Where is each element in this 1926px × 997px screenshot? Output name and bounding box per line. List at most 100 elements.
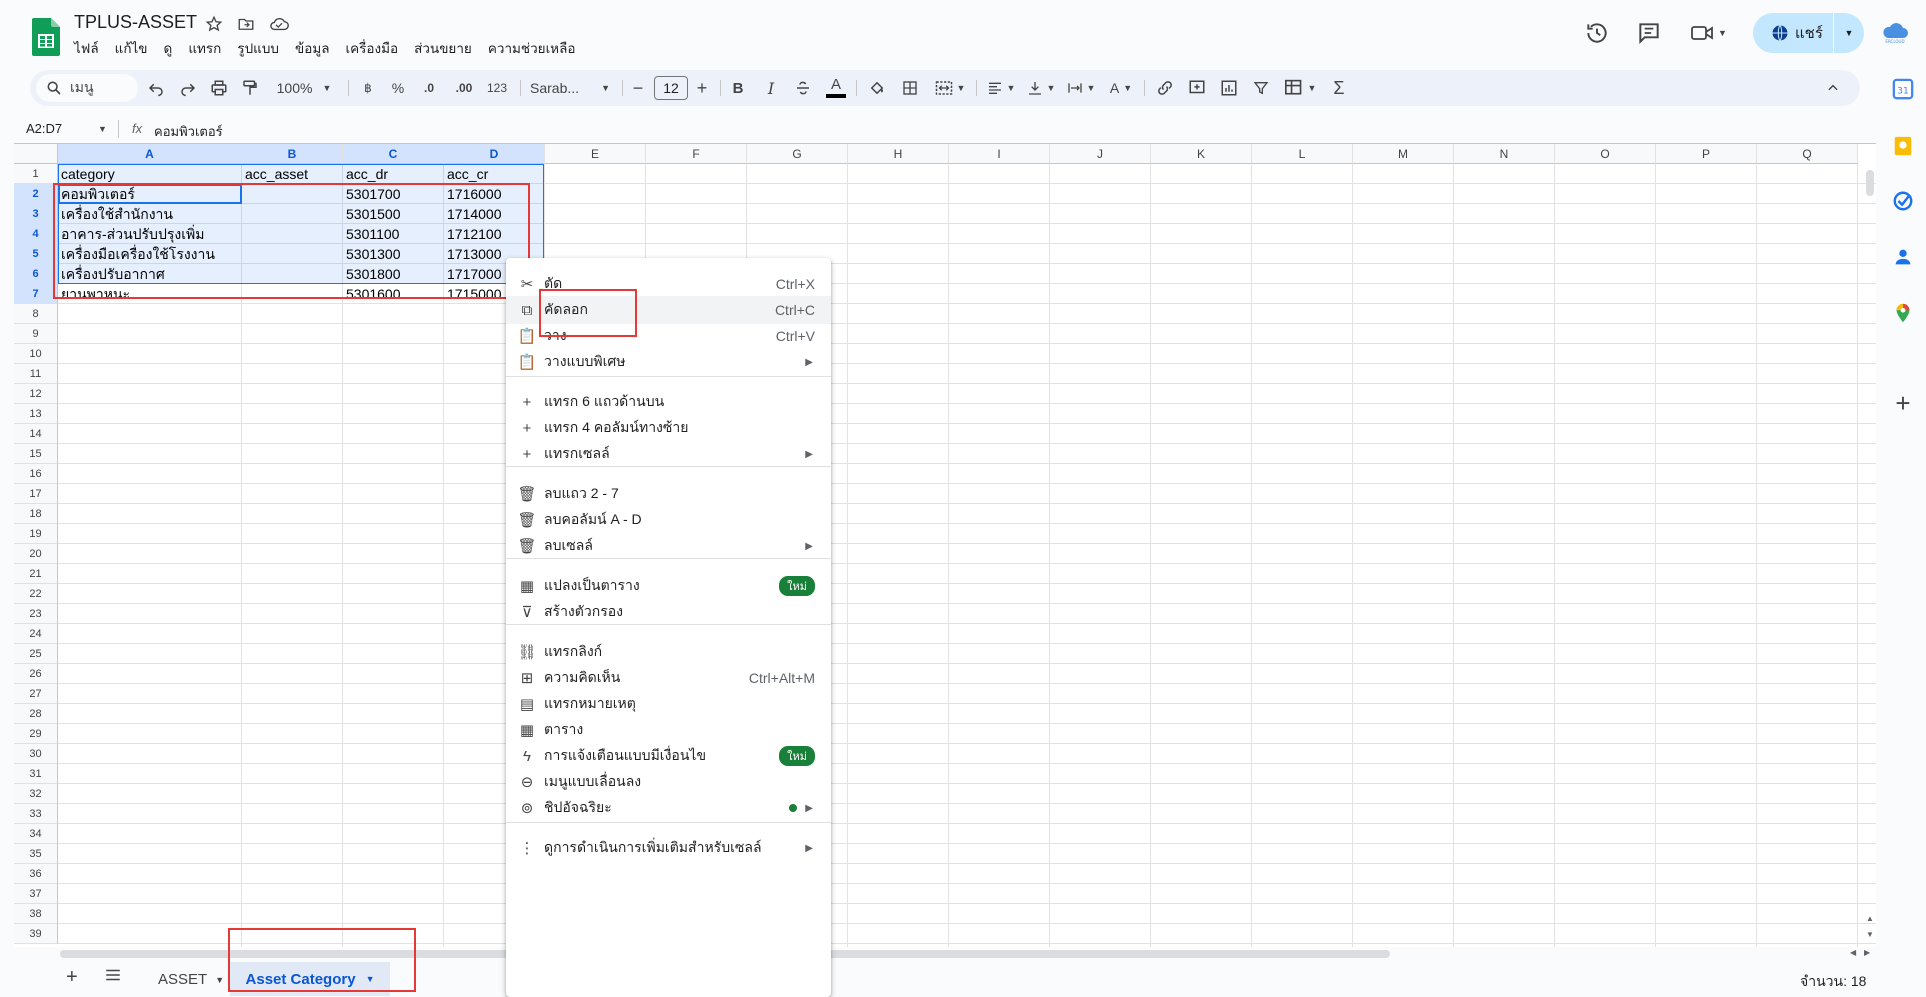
menu-search-input[interactable]: เมนู — [36, 74, 138, 102]
insert-chart-icon[interactable] — [1218, 79, 1240, 97]
menu-item-table[interactable]: ▦ ตาราง — [506, 716, 831, 744]
column-header-l[interactable]: L — [1252, 144, 1353, 164]
sheets-logo-icon[interactable] — [32, 18, 60, 56]
menu-edit[interactable]: แก้ไข — [107, 40, 156, 58]
formula-input[interactable]: คอมพิวเตอร์ — [154, 121, 223, 142]
star-icon[interactable] — [205, 15, 223, 33]
row-header-25[interactable]: 25 — [14, 644, 58, 664]
column-header-n[interactable]: N — [1454, 144, 1555, 164]
menu-help[interactable]: ความช่วยเหลือ — [480, 40, 584, 58]
zoom-select[interactable]: 100% ▼ — [274, 79, 334, 97]
fill-color-icon[interactable] — [866, 79, 888, 97]
row-header-22[interactable]: 22 — [14, 584, 58, 604]
menu-item-bolt[interactable]: ϟ การแจ้งเตือนแบบมีเงื่อนไข ใหม่ — [506, 742, 831, 770]
row-header-11[interactable]: 11 — [14, 364, 58, 384]
menu-item-trash[interactable]: 🗑 ลบเซลล์ ▶ — [506, 532, 831, 560]
bold-icon[interactable]: B — [728, 79, 748, 97]
font-size-increase-button[interactable]: + — [694, 78, 710, 98]
undo-icon[interactable] — [146, 79, 166, 97]
tasks-icon[interactable] — [1892, 190, 1914, 212]
menu-item-comment[interactable]: ⊞ ความคิดเห็น Ctrl+Alt+M — [506, 664, 831, 692]
all-sheets-icon[interactable] — [104, 966, 122, 984]
row-header-19[interactable]: 19 — [14, 524, 58, 544]
percent-format-button[interactable]: % — [388, 79, 408, 97]
select-all-corner[interactable] — [14, 144, 58, 164]
add-sheet-icon[interactable]: + — [66, 966, 78, 989]
menu-view[interactable]: ดู — [156, 40, 181, 58]
row-header-39[interactable]: 39 — [14, 924, 58, 944]
row-header-12[interactable]: 12 — [14, 384, 58, 404]
number-format-button[interactable]: 123 — [484, 79, 510, 97]
menu-item-plus[interactable]: + แทรก 6 แถวด้านบน — [506, 388, 831, 416]
row-header-15[interactable]: 15 — [14, 444, 58, 464]
cloud-account-icon[interactable]: ERCLOUD — [1880, 18, 1910, 44]
row-header-1[interactable]: 1 — [14, 164, 58, 184]
spreadsheet-grid[interactable]: ABCDEFGHIJKLMNOPQ 1 2 3 4 5 6 7 8 9 10 11 12 13 14 15 1… — [14, 144, 1876, 947]
menu-item-trash[interactable]: 🗑 ลบแถว 2 - 7 — [506, 480, 831, 508]
row-header-4[interactable]: 4 — [14, 224, 58, 244]
row-header-38[interactable]: 38 — [14, 904, 58, 924]
row-header-31[interactable]: 31 — [14, 764, 58, 784]
horizontal-align-icon[interactable]: ▼ — [984, 79, 1018, 97]
insert-link-icon[interactable] — [1154, 79, 1176, 97]
column-header-h[interactable]: H — [848, 144, 949, 164]
menu-item-filter[interactable]: ⊽ สร้างตัวกรอง — [506, 598, 831, 626]
row-header-30[interactable]: 30 — [14, 744, 58, 764]
text-rotation-icon[interactable]: A ▼ — [1104, 79, 1138, 97]
add-addon-icon[interactable]: + — [1892, 390, 1914, 416]
text-wrap-icon[interactable]: ▼ — [1064, 79, 1098, 97]
row-header-18[interactable]: 18 — [14, 504, 58, 524]
column-header-o[interactable]: O — [1555, 144, 1656, 164]
borders-icon[interactable] — [900, 79, 920, 97]
column-header-i[interactable]: I — [949, 144, 1050, 164]
menu-item-trash[interactable]: 🗑 ลบคอลัมน์ A - D — [506, 506, 831, 534]
functions-icon[interactable]: Σ — [1328, 78, 1350, 98]
row-header-2[interactable]: 2 — [14, 184, 58, 204]
scroll-up-arrow-icon[interactable]: ▲ — [1866, 914, 1874, 923]
menu-item-link[interactable]: ⛓ แทรกลิงก์ — [506, 638, 831, 666]
increase-decimal-button[interactable]: .00 — [451, 79, 477, 97]
menu-item-plus[interactable]: + แทรกเซลล์ ▶ — [506, 440, 831, 468]
row-header-36[interactable]: 36 — [14, 864, 58, 884]
strikethrough-icon[interactable] — [793, 79, 813, 97]
document-title[interactable]: TPLUS-ASSET — [74, 12, 197, 33]
row-header-27[interactable]: 27 — [14, 684, 58, 704]
font-size-decrease-button[interactable]: − — [630, 78, 646, 98]
column-header-j[interactable]: J — [1050, 144, 1151, 164]
menu-tools[interactable]: เครื่องมือ — [338, 40, 407, 58]
contacts-icon[interactable] — [1892, 246, 1914, 268]
table-view-icon[interactable]: ▼ — [1280, 79, 1320, 97]
scroll-left-arrow-icon[interactable]: ◀ — [1850, 948, 1856, 957]
row-header-35[interactable]: 35 — [14, 844, 58, 864]
row-header-29[interactable]: 29 — [14, 724, 58, 744]
column-header-e[interactable]: E — [545, 144, 646, 164]
row-header-20[interactable]: 20 — [14, 544, 58, 564]
font-size-input[interactable]: 12 — [654, 76, 688, 100]
row-header-14[interactable]: 14 — [14, 424, 58, 444]
row-header-32[interactable]: 32 — [14, 784, 58, 804]
row-header-24[interactable]: 24 — [14, 624, 58, 644]
row-header-9[interactable]: 9 — [14, 324, 58, 344]
row-header-7[interactable]: 7 — [14, 284, 58, 304]
collapse-toolbar-icon[interactable] — [1822, 79, 1844, 97]
menu-data[interactable]: ข้อมูล — [287, 40, 338, 58]
currency-format-button[interactable]: ฿ — [358, 79, 378, 97]
vertical-align-icon[interactable]: ▼ — [1024, 79, 1058, 97]
comments-icon[interactable] — [1636, 20, 1662, 46]
column-header-k[interactable]: K — [1151, 144, 1252, 164]
row-header-23[interactable]: 23 — [14, 604, 58, 624]
row-header-5[interactable]: 5 — [14, 244, 58, 264]
row-header-8[interactable]: 8 — [14, 304, 58, 324]
menu-extensions[interactable]: ส่วนขยาย — [406, 40, 480, 58]
row-header-6[interactable]: 6 — [14, 264, 58, 284]
name-box[interactable]: A2:D7 — [26, 121, 62, 136]
menu-file[interactable]: ไฟล์ — [66, 40, 107, 58]
redo-icon[interactable] — [178, 79, 198, 97]
cloud-status-icon[interactable] — [269, 15, 289, 33]
move-folder-icon[interactable] — [237, 15, 255, 33]
selection-count[interactable]: จำนวน: 18 — [1800, 971, 1866, 993]
meet-button[interactable]: ▼ — [1690, 20, 1730, 46]
row-header-26[interactable]: 26 — [14, 664, 58, 684]
column-header-m[interactable]: M — [1353, 144, 1454, 164]
menu-format[interactable]: รูปแบบ — [229, 40, 287, 58]
